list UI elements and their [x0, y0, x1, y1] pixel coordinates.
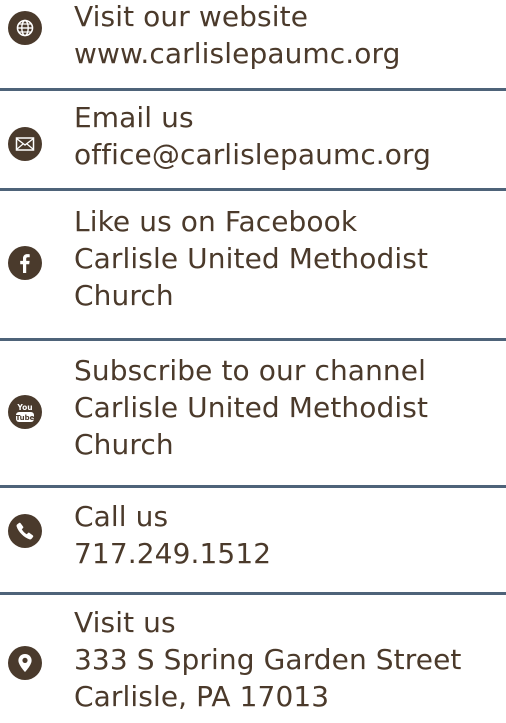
contact-item-phone[interactable]: Call us 717.249.1512: [0, 488, 506, 592]
contact-item-address[interactable]: Visit us 333 S Spring Garden Street Carl…: [0, 595, 506, 723]
email-label: Email us: [74, 101, 194, 134]
facebook-icon: [8, 246, 42, 280]
phone-icon: [8, 514, 42, 548]
facebook-link-line-1[interactable]: Carlisle United Methodist: [74, 240, 506, 277]
youtube-link-line-1[interactable]: Carlisle United Methodist: [74, 389, 506, 426]
contact-item-website[interactable]: Visit our website www.carlislepaumc.org: [0, 0, 506, 88]
website-link[interactable]: www.carlislepaumc.org: [74, 35, 506, 72]
address-label: Visit us: [74, 606, 176, 639]
website-label: Visit our website: [74, 0, 309, 33]
globe-icon: [8, 11, 42, 45]
contact-item-email[interactable]: Email us office@carlislepaumc.org: [0, 91, 506, 190]
contact-item-facebook[interactable]: Like us on Facebook Carlisle United Meth…: [0, 191, 506, 340]
youtube-icon-text-top: You: [16, 403, 32, 412]
youtube-label: Subscribe to our channel: [74, 354, 426, 387]
youtube-icon: You Tube: [8, 395, 42, 429]
map-pin-icon: [8, 646, 42, 680]
envelope-icon: [8, 127, 42, 161]
youtube-link-line-2[interactable]: Church: [74, 426, 506, 463]
youtube-icon-text-bottom: Tube: [16, 414, 35, 422]
address-street[interactable]: 333 S Spring Garden Street: [74, 641, 506, 678]
contact-list: Visit our website www.carlislepaumc.org …: [0, 0, 506, 723]
contact-item-youtube[interactable]: You Tube Subscribe to our channel Carlis…: [0, 341, 506, 487]
facebook-label: Like us on Facebook: [74, 205, 358, 238]
address-city[interactable]: Carlisle, PA 17013: [74, 678, 506, 715]
phone-label: Call us: [74, 500, 169, 533]
email-link[interactable]: office@carlislepaumc.org: [74, 136, 506, 173]
phone-number[interactable]: 717.249.1512: [74, 535, 506, 572]
facebook-link-line-2[interactable]: Church: [74, 277, 506, 314]
